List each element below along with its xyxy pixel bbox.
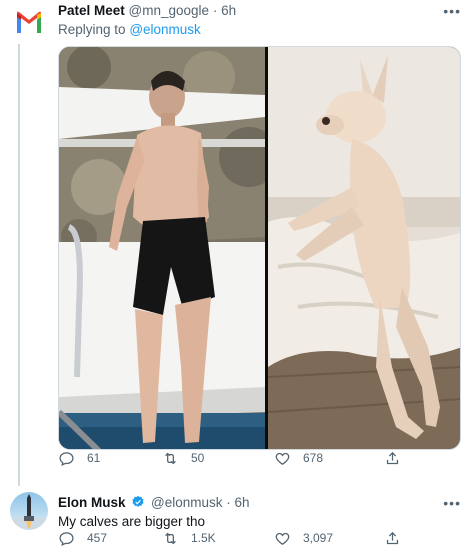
retweet-button[interactable]: 50 xyxy=(162,450,204,467)
tweet-content: Elon Musk @elonmusk · 6h ••• My calves a… xyxy=(58,488,463,546)
reply-button[interactable]: 457 xyxy=(58,530,107,547)
share-button[interactable] xyxy=(384,530,401,547)
tweet-content: Patel Meet @mn_google · 6h ••• Replying … xyxy=(58,0,463,466)
tweet-time[interactable]: 6h xyxy=(221,3,236,18)
more-icon[interactable]: ••• xyxy=(443,2,461,20)
media-image-right[interactable] xyxy=(268,47,460,449)
tweet-elon-musk[interactable]: Elon Musk @elonmusk · 6h ••• My calves a… xyxy=(0,488,473,560)
retweet-button[interactable]: 1.5K xyxy=(162,530,216,547)
tweet-media[interactable] xyxy=(58,46,461,450)
replying-to-handle-link[interactable]: @elonmusk xyxy=(129,22,200,37)
avatar-column xyxy=(10,492,48,530)
like-button[interactable]: 3,097 xyxy=(274,530,333,547)
avatar[interactable] xyxy=(10,4,48,42)
replying-to-label: Replying to xyxy=(58,22,126,37)
like-icon xyxy=(275,532,290,545)
like-count: 3,097 xyxy=(303,531,334,545)
more-icon[interactable]: ••• xyxy=(443,494,461,512)
replying-to-line: Replying to @elonmusk xyxy=(58,21,463,39)
reply-icon xyxy=(59,451,74,466)
tweet-text: My calves are bigger tho xyxy=(58,514,206,529)
share-icon xyxy=(386,451,399,464)
reply-button[interactable]: 61 xyxy=(58,450,100,467)
retweet-icon xyxy=(165,452,176,464)
gmail-logo-icon xyxy=(17,11,41,33)
reply-icon xyxy=(59,531,74,546)
retweet-icon xyxy=(165,532,176,544)
tweet-header: Elon Musk @elonmusk · 6h ••• xyxy=(58,494,463,512)
media-image-left[interactable] xyxy=(59,47,265,449)
reply-count: 457 xyxy=(87,531,108,545)
author-name[interactable]: Elon Musk xyxy=(58,495,126,510)
tweet-patel-meet[interactable]: Patel Meet @mn_google · 6h ••• Replying … xyxy=(0,0,473,488)
retweet-count: 1.5K xyxy=(191,531,216,545)
author-handle[interactable]: @elonmusk xyxy=(151,495,222,510)
tweet-header: Patel Meet @mn_google · 6h ••• xyxy=(58,2,463,20)
separator-dot: · xyxy=(222,495,235,510)
avatar[interactable] xyxy=(10,492,48,530)
reply-count: 61 xyxy=(87,451,101,465)
rocket-launch-avatar xyxy=(10,494,48,530)
like-icon xyxy=(275,452,290,465)
separator-dot: · xyxy=(209,3,222,18)
share-button[interactable] xyxy=(384,450,401,467)
avatar-column xyxy=(10,4,48,42)
verified-icon xyxy=(132,495,144,507)
tweet-time[interactable]: 6h xyxy=(235,495,250,510)
thread-connector-line xyxy=(18,44,20,486)
share-icon xyxy=(386,531,399,544)
like-button[interactable]: 678 xyxy=(274,450,323,467)
author-handle[interactable]: @mn_google xyxy=(129,3,210,18)
author-name[interactable]: Patel Meet xyxy=(58,3,125,18)
like-count: 678 xyxy=(303,451,324,465)
retweet-count: 50 xyxy=(191,451,205,465)
